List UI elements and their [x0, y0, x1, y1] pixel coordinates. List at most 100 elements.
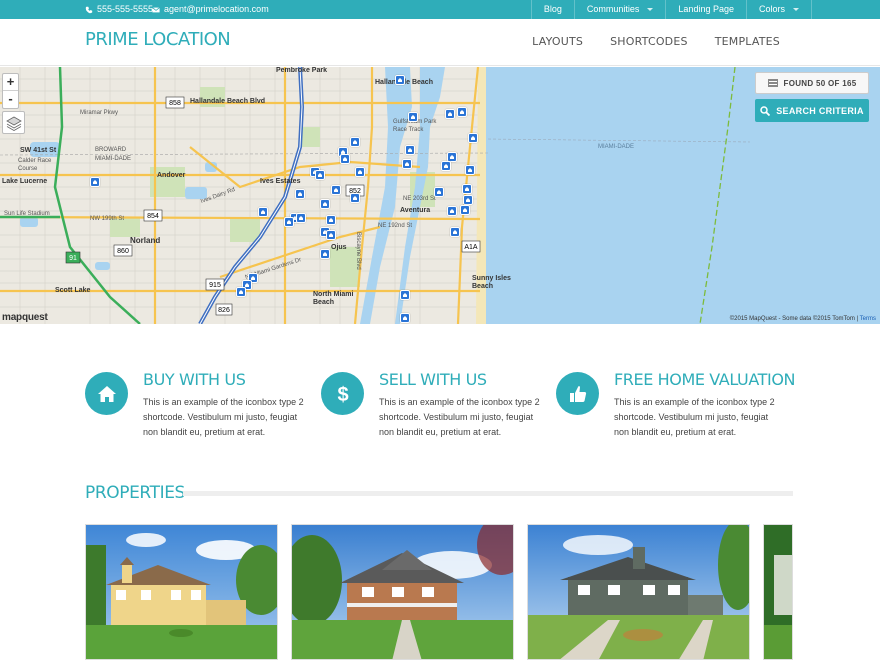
- terms-link[interactable]: Terms: [860, 316, 876, 322]
- thumbs-up-icon: [569, 385, 586, 402]
- route-shield-858: 858: [169, 100, 181, 107]
- route-shield-915: 915: [209, 282, 221, 289]
- nav-layouts[interactable]: LAYOUTS: [532, 35, 583, 48]
- phone-contact[interactable]: 555-555-5555: [85, 0, 153, 19]
- search-criteria-label: SEARCH CRITERIA: [776, 105, 864, 116]
- property-pin[interactable]: [457, 107, 467, 117]
- property-pin[interactable]: [326, 230, 336, 240]
- property-pin[interactable]: [434, 187, 444, 197]
- property-pin[interactable]: [350, 137, 360, 147]
- home-icon: [97, 385, 116, 402]
- map-label: Sunny Isles Beach: [472, 275, 511, 290]
- layers-button[interactable]: [2, 111, 25, 134]
- top-nav-landing-page[interactable]: Landing Page: [665, 0, 746, 19]
- map-label: MIAMI-DADE: [95, 156, 131, 162]
- property-pin[interactable]: [450, 227, 460, 237]
- map-label: Sun Life Stadium: [4, 211, 50, 217]
- top-nav-blog[interactable]: Blog: [530, 0, 574, 19]
- feature-title[interactable]: BUY WITH US: [143, 370, 246, 389]
- property-photo: [764, 525, 792, 659]
- phone-number: 555-555-5555: [97, 4, 154, 14]
- feature-icon-circle: [85, 372, 128, 415]
- map-label: NE 192nd St: [378, 223, 413, 229]
- search-icon: [760, 105, 771, 116]
- property-pin[interactable]: [320, 249, 330, 259]
- route-shield-826: 826: [218, 307, 230, 314]
- results-count-label: FOUND 50 OF 165: [783, 78, 857, 88]
- feature-title[interactable]: SELL WITH US: [379, 370, 487, 389]
- property-pin[interactable]: [400, 290, 410, 300]
- property-card[interactable]: [527, 524, 750, 660]
- search-criteria-button[interactable]: SEARCH CRITERIA: [755, 99, 869, 122]
- map-label: Ojus: [331, 244, 347, 251]
- layers-icon: [5, 116, 22, 131]
- property-pin[interactable]: [296, 213, 306, 223]
- map-label: Calder Race Course: [18, 158, 52, 172]
- map-label: Biscayne Blvd: [355, 232, 361, 270]
- property-pin[interactable]: [295, 189, 305, 199]
- envelope-icon: [152, 6, 160, 12]
- property-pin[interactable]: [405, 145, 415, 155]
- property-photo: [292, 525, 513, 659]
- property-map[interactable]: 858 854 852 860 91 915 A1A 826 Pembroke …: [0, 67, 880, 324]
- map-label: Ives Estates: [260, 178, 301, 185]
- property-photo: [528, 525, 749, 659]
- property-card[interactable]: [291, 524, 514, 660]
- property-pin[interactable]: [462, 184, 472, 194]
- map-label: Pembroke Park: [276, 67, 327, 74]
- zoom-in-button[interactable]: +: [3, 74, 18, 91]
- map-label: Gulfstream Park Race Track: [393, 119, 437, 133]
- property-pin[interactable]: [340, 154, 350, 164]
- route-shield-91: 91: [69, 255, 77, 262]
- property-pin[interactable]: [284, 217, 294, 227]
- results-count: FOUND 50 OF 165: [755, 72, 869, 94]
- property-card[interactable]: [85, 524, 278, 660]
- map-label: BROWARD: [95, 147, 127, 153]
- map-label: Aventura: [400, 207, 431, 214]
- property-pin[interactable]: [460, 205, 470, 215]
- top-nav-colors[interactable]: Colors: [745, 0, 812, 19]
- site-logo[interactable]: PRIME LOCATION: [85, 29, 231, 50]
- property-pin[interactable]: [258, 207, 268, 217]
- property-pin[interactable]: [320, 199, 330, 209]
- property-pin[interactable]: [400, 313, 410, 323]
- property-pin[interactable]: [445, 109, 455, 119]
- property-pin[interactable]: [468, 133, 478, 143]
- property-pin[interactable]: [355, 167, 365, 177]
- property-pin[interactable]: [408, 112, 418, 122]
- email-contact[interactable]: agent@primelocation.com: [152, 0, 269, 19]
- property-pin[interactable]: [315, 170, 325, 180]
- property-pin[interactable]: [350, 193, 360, 203]
- site-header: PRIME LOCATION LAYOUTS SHORTCODES TEMPLA…: [0, 19, 880, 66]
- property-pin[interactable]: [90, 177, 100, 187]
- nav-shortcodes[interactable]: SHORTCODES: [610, 35, 688, 48]
- section-divider: [183, 491, 793, 496]
- map-label: Scott Lake: [55, 287, 91, 294]
- feature-title[interactable]: FREE HOME VALUATION: [614, 370, 796, 389]
- top-nav-label: Communities: [586, 4, 640, 14]
- property-pin[interactable]: [402, 159, 412, 169]
- property-pin[interactable]: [463, 195, 473, 205]
- main-nav: LAYOUTS SHORTCODES TEMPLATES: [532, 35, 780, 48]
- map-label: NW 199th St: [90, 216, 125, 222]
- phone-icon: [85, 6, 93, 13]
- property-pin[interactable]: [331, 185, 341, 195]
- property-pin[interactable]: [395, 75, 405, 85]
- property-card[interactable]: [763, 524, 793, 660]
- property-pin[interactable]: [465, 165, 475, 175]
- property-pin[interactable]: [236, 287, 246, 297]
- top-nav-communities[interactable]: Communities: [573, 0, 666, 19]
- feature-text: This is an example of the iconbox type 2…: [143, 397, 304, 437]
- nav-templates[interactable]: TEMPLATES: [715, 35, 780, 48]
- list-icon: [767, 79, 778, 87]
- property-pin[interactable]: [447, 206, 457, 216]
- chevron-down-icon: [793, 8, 799, 11]
- route-shield-a1a: A1A: [464, 244, 478, 251]
- copyright-text: ©2015 MapQuest - Some data ©2015 TomTom …: [729, 316, 859, 322]
- zoom-out-button[interactable]: -: [3, 91, 18, 108]
- map-copyright: ©2015 MapQuest - Some data ©2015 TomTom …: [730, 316, 876, 322]
- property-pin[interactable]: [441, 161, 451, 171]
- property-pin[interactable]: [326, 215, 336, 225]
- route-shield-854: 854: [147, 213, 159, 220]
- top-bar: 555-555-5555 agent@primelocation.com Blo…: [0, 0, 880, 19]
